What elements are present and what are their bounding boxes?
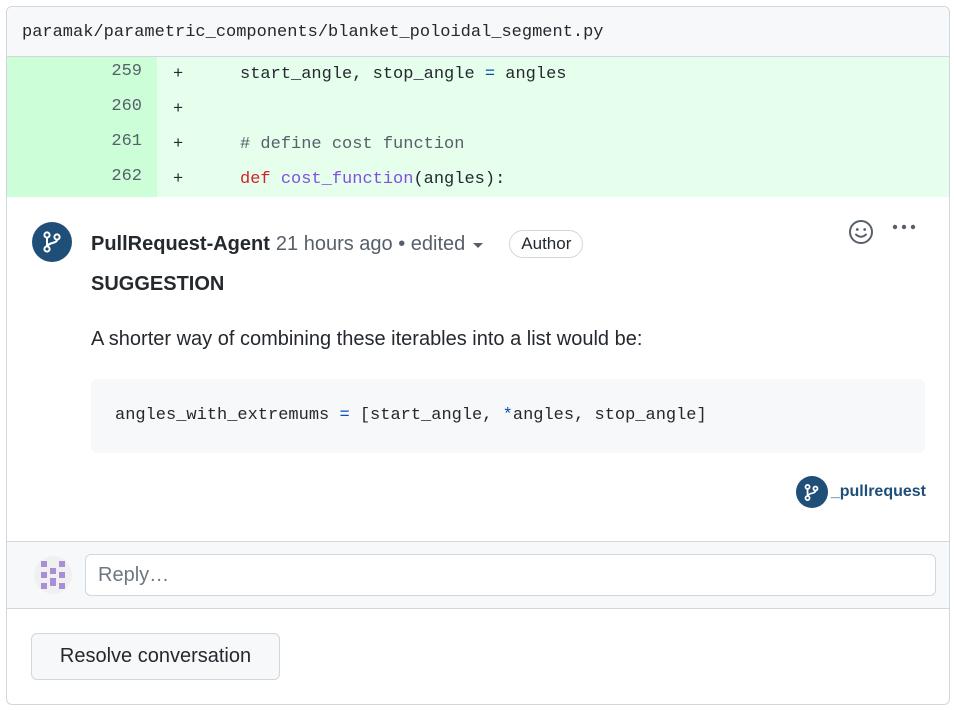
line-number[interactable]: 262 <box>7 162 157 197</box>
diff-line: 261 + # define cost function <box>7 127 949 162</box>
git-branch-icon <box>804 483 819 501</box>
comment-meta: PullRequest-Agent 21 hours ago • edited … <box>91 230 584 258</box>
review-thread: paramak/parametric_components/blanket_po… <box>6 6 950 705</box>
code-token: start_angle, stop_angle <box>199 65 485 84</box>
signature-text: _pullrequest <box>830 483 926 500</box>
line-number[interactable]: 259 <box>7 57 157 92</box>
file-path[interactable]: paramak/parametric_components/blanket_po… <box>7 7 949 57</box>
diff-sign: + <box>173 100 184 119</box>
review-comment: PullRequest-Agent 21 hours ago • edited … <box>7 197 949 542</box>
git-branch-icon <box>43 231 61 253</box>
line-number[interactable]: 260 <box>7 92 157 127</box>
edit-history-caret-icon[interactable] <box>473 243 484 248</box>
identicon-icon <box>34 556 72 594</box>
author-avatar[interactable] <box>32 222 72 262</box>
signature-logo <box>795 476 828 508</box>
code-token: = <box>484 65 496 84</box>
comment-body: A shorter way of combining these iterabl… <box>91 328 643 350</box>
code-token: (angles): <box>413 170 506 189</box>
code-line: # define cost function <box>183 135 464 154</box>
code-line: def cost_function(angles): <box>183 170 505 189</box>
reply-area <box>7 542 949 609</box>
diff-hunk: 259 + start_angle, stop_angle = angles 260… <box>7 57 949 197</box>
code-token: = <box>339 406 350 425</box>
diff-sign: + <box>173 170 184 189</box>
reply-input[interactable] <box>85 554 936 596</box>
comment-timestamp[interactable]: 21 hours ago • edited <box>276 233 465 256</box>
code-token: # define cost function <box>199 135 465 154</box>
kebab-icon <box>892 224 916 230</box>
code-token: angles, stop_angle] <box>512 406 707 425</box>
code-token: def <box>240 170 271 189</box>
comment-title: SUGGESTION <box>91 273 225 295</box>
code-token: cost_function <box>280 170 414 189</box>
add-reaction-button[interactable] <box>848 219 874 250</box>
diff-line: 262 + def cost_function(angles): <box>7 162 949 197</box>
more-options-button[interactable] <box>891 217 917 243</box>
signature[interactable]: _pullrequest <box>795 476 926 508</box>
diff-sign: + <box>173 65 184 84</box>
diff-line: 260 + <box>7 92 949 127</box>
diff-sign: + <box>173 135 184 154</box>
smiley-icon <box>849 220 873 244</box>
author-badge: Author <box>509 230 584 258</box>
code-token: angles <box>495 65 567 84</box>
author-name[interactable]: PullRequest-Agent <box>91 233 270 256</box>
line-number[interactable]: 261 <box>7 127 157 162</box>
resolve-conversation-button[interactable]: Resolve conversation <box>31 633 280 680</box>
code-line: start_angle, stop_angle = angles <box>183 65 566 84</box>
code-token: [start_angle, <box>349 406 503 425</box>
diff-line: 259 + start_angle, stop_angle = angles <box>7 57 949 92</box>
code-token: angles_with_extremums <box>115 406 340 425</box>
user-avatar[interactable] <box>34 556 72 594</box>
code-token: * <box>502 406 513 425</box>
suggestion-code-block: angles_with_extremums = [start_angle, *a… <box>91 379 925 453</box>
